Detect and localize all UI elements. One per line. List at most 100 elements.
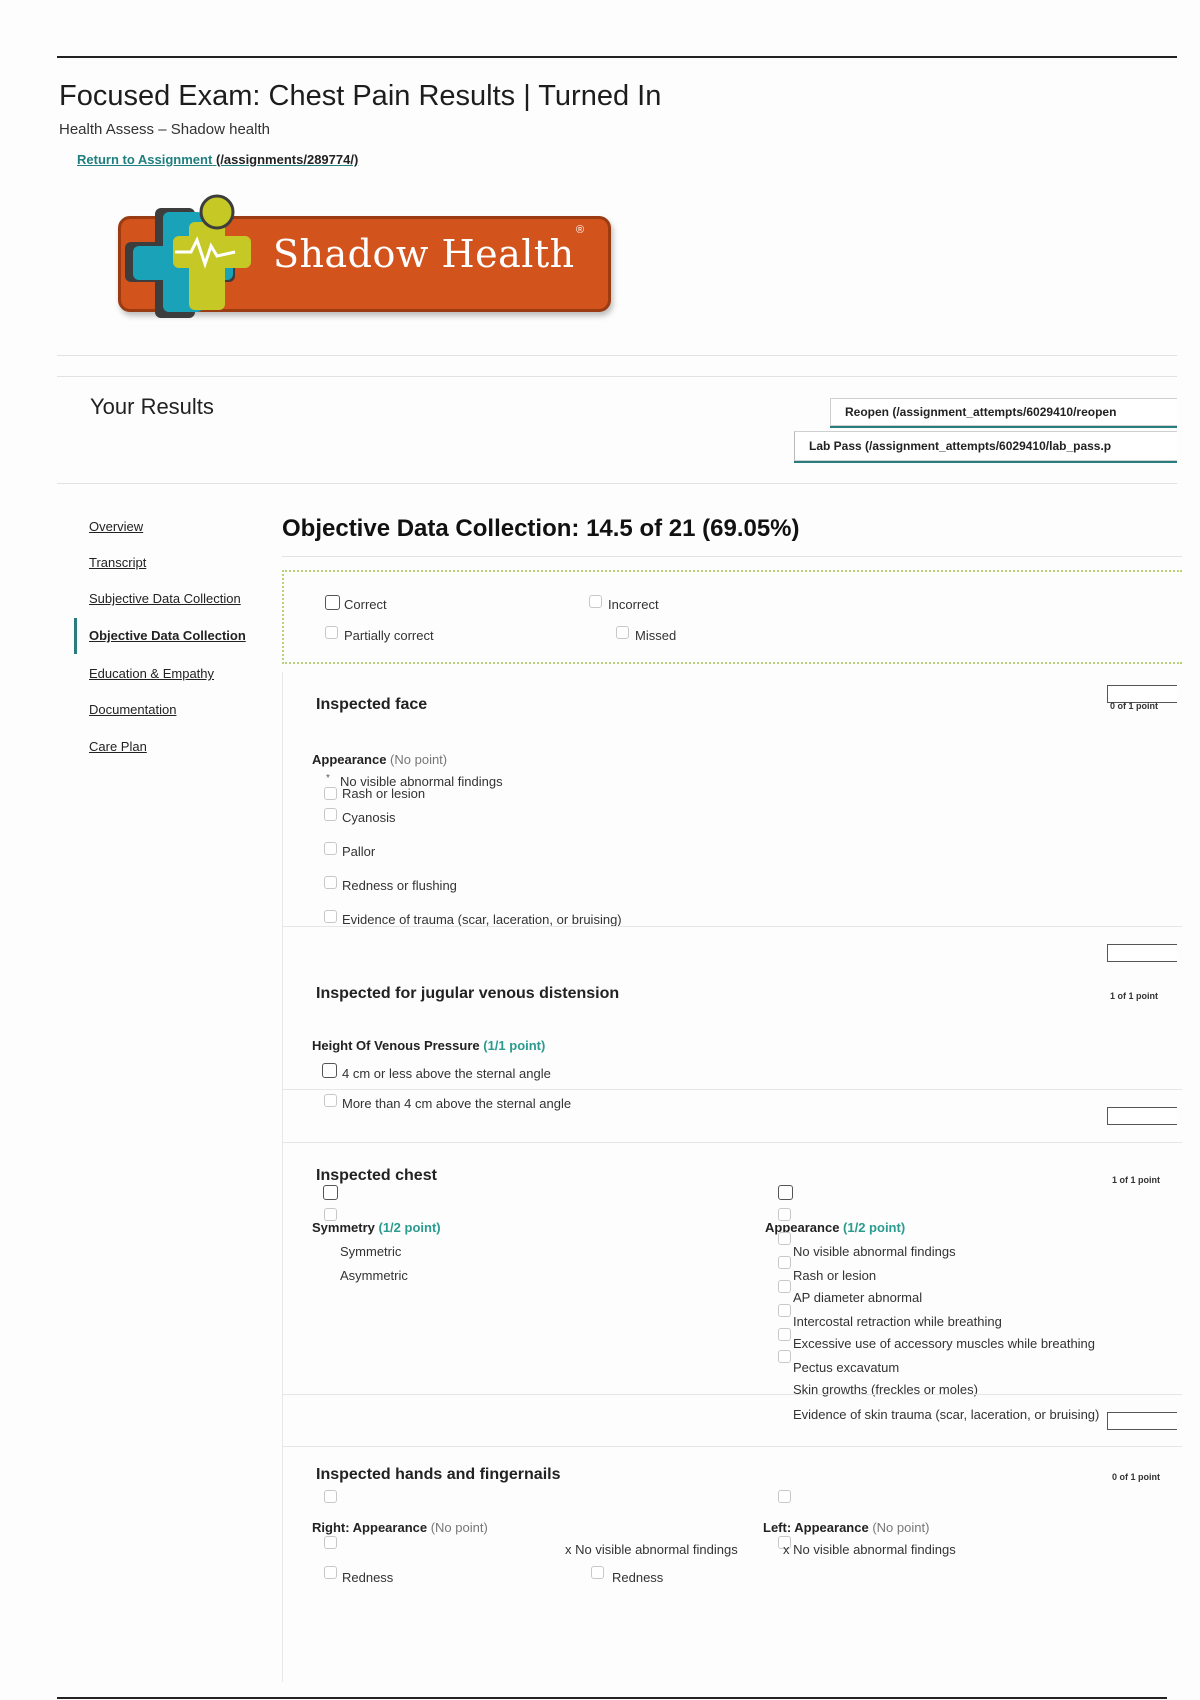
option-label: Symmetric bbox=[340, 1244, 402, 1259]
option-checkbox bbox=[324, 876, 337, 889]
option-label: Redness bbox=[342, 1570, 394, 1585]
option-checkbox bbox=[322, 1063, 337, 1078]
question-points: (No point) bbox=[872, 1520, 930, 1535]
nav-overview[interactable]: Overview bbox=[89, 519, 143, 534]
option-checkbox bbox=[324, 1536, 337, 1549]
question-label: Appearance bbox=[312, 752, 387, 767]
option-checkbox bbox=[778, 1350, 791, 1363]
option-label: x No visible abnormal findings bbox=[783, 1542, 956, 1557]
divider bbox=[282, 1446, 1182, 1447]
question-label: Right: Appearance bbox=[312, 1520, 428, 1535]
question-label: Appearance bbox=[765, 1220, 840, 1235]
divider bbox=[57, 376, 1177, 377]
divider bbox=[282, 926, 1182, 927]
item-score-hands: 0 of 1 point bbox=[1112, 1472, 1160, 1482]
page-subtitle: Health Assess – Shadow health bbox=[59, 121, 270, 138]
item-score-chest: 1 of 1 point bbox=[1112, 1175, 1160, 1185]
item-score-face: 0 of 1 point bbox=[1110, 701, 1158, 711]
option-checkbox bbox=[324, 1566, 337, 1579]
legend-partially-correct-label: Partially correct bbox=[344, 628, 434, 643]
option-label: Pectus excavatum bbox=[793, 1360, 900, 1375]
question-hands-left: Left: Appearance (No point) bbox=[763, 1520, 929, 1535]
shadow-health-logo: Shadow Health ® bbox=[113, 190, 611, 325]
divider bbox=[282, 1089, 1182, 1090]
nav-active-indicator bbox=[74, 618, 77, 654]
option-label: 4 cm or less above the sternal angle bbox=[342, 1066, 551, 1081]
section-title: Objective Data Collection: 14.5 of 21 (6… bbox=[282, 515, 800, 542]
item-title-face: Inspected face bbox=[316, 696, 428, 713]
option-label: Rash or lesion bbox=[793, 1268, 877, 1283]
legend-incorrect-label: Incorrect bbox=[608, 597, 659, 612]
question-label: Height Of Venous Pressure bbox=[312, 1038, 480, 1053]
nav-documentation[interactable]: Documentation bbox=[89, 702, 176, 717]
item-title-jvd: Inspected for jugular venous distension bbox=[316, 985, 620, 1002]
option-label: Redness bbox=[612, 1570, 664, 1585]
option-checkbox bbox=[323, 1185, 338, 1200]
nav-education-empathy[interactable]: Education & Empathy bbox=[89, 666, 214, 681]
option-label: Intercostal retraction while breathing bbox=[793, 1314, 1002, 1329]
legend-partially-correct-checkbox bbox=[325, 626, 338, 639]
option-checkbox bbox=[778, 1280, 791, 1293]
question-points: (No point) bbox=[390, 752, 448, 767]
legend-box bbox=[282, 570, 1182, 664]
question-points: (1/2 point) bbox=[843, 1220, 906, 1235]
option-checkbox bbox=[324, 808, 337, 821]
option-checkbox bbox=[778, 1490, 791, 1503]
score-box bbox=[1107, 944, 1177, 962]
logo-figure-icon bbox=[125, 194, 251, 318]
option-label: Rash or lesion bbox=[342, 786, 426, 801]
legend-correct-checkbox bbox=[325, 595, 340, 610]
nav-transcript[interactable]: Transcript bbox=[89, 555, 146, 570]
question-points: (1/1 point) bbox=[483, 1038, 546, 1053]
return-link-label: Return to Assignment bbox=[77, 152, 213, 167]
score-box bbox=[1107, 1412, 1177, 1430]
question-face-appearance: Appearance (No point) bbox=[312, 752, 447, 767]
option-checkbox bbox=[324, 1094, 337, 1107]
option-checkbox bbox=[778, 1185, 793, 1200]
page-title: Focused Exam: Chest Pain Results | Turne… bbox=[59, 80, 662, 112]
return-to-assignment-link[interactable]: Return to Assignment (/assignments/28977… bbox=[77, 152, 358, 167]
option-label: Cyanosis bbox=[342, 810, 396, 825]
top-rule bbox=[57, 56, 1177, 58]
selected-marker: * bbox=[326, 773, 330, 784]
option-checkbox bbox=[324, 910, 337, 923]
nav-care-plan[interactable]: Care Plan bbox=[89, 739, 147, 754]
option-label: Evidence of skin trauma (scar, laceratio… bbox=[793, 1407, 1100, 1422]
option-label: More than 4 cm above the sternal angle bbox=[342, 1096, 572, 1111]
option-label: Pallor bbox=[342, 844, 376, 859]
question-hands-right: Right: Appearance (No point) bbox=[312, 1520, 488, 1535]
divider bbox=[282, 1142, 1182, 1143]
option-checkbox bbox=[778, 1232, 791, 1245]
divider bbox=[282, 1394, 1182, 1395]
option-checkbox bbox=[591, 1566, 604, 1579]
content-guide-line bbox=[282, 672, 283, 1682]
option-label: AP diameter abnormal bbox=[793, 1290, 923, 1305]
score-box bbox=[1107, 1107, 1177, 1125]
legend-missed-label: Missed bbox=[635, 628, 677, 643]
item-score-jvd: 1 of 1 point bbox=[1110, 991, 1158, 1001]
lab-pass-button[interactable]: Lab Pass (/assignment_attempts/6029410/l… bbox=[794, 431, 1177, 461]
nav-subjective-data-collection[interactable]: Subjective Data Collection bbox=[89, 591, 241, 606]
nav-objective-data-collection[interactable]: Objective Data Collection bbox=[89, 628, 246, 643]
divider bbox=[282, 556, 1182, 557]
option-label: Asymmetric bbox=[340, 1268, 408, 1283]
bottom-rule bbox=[57, 1697, 1167, 1699]
option-checkbox bbox=[324, 787, 337, 800]
option-label: x No visible abnormal findings bbox=[565, 1542, 738, 1557]
item-title-hands: Inspected hands and fingernails bbox=[316, 1466, 561, 1483]
legend-incorrect-checkbox bbox=[589, 595, 602, 608]
logo-registered-mark: ® bbox=[576, 224, 585, 236]
option-label: Evidence of trauma (scar, laceration, or… bbox=[342, 912, 622, 927]
return-link-path: (/assignments/289774/) bbox=[215, 152, 359, 167]
option-checkbox bbox=[778, 1328, 791, 1341]
reopen-button[interactable]: Reopen (/assignment_attempts/6029410/reo… bbox=[830, 398, 1177, 426]
question-label: Symmetry bbox=[312, 1220, 375, 1235]
legend-missed-checkbox bbox=[616, 626, 629, 639]
option-checkbox bbox=[324, 1490, 337, 1503]
item-title-chest: Inspected chest bbox=[316, 1167, 437, 1184]
divider bbox=[57, 355, 1177, 356]
option-checkbox bbox=[778, 1304, 791, 1317]
option-label: Redness or flushing bbox=[342, 878, 457, 893]
divider bbox=[57, 483, 1177, 484]
option-label: No visible abnormal findings bbox=[793, 1244, 956, 1259]
